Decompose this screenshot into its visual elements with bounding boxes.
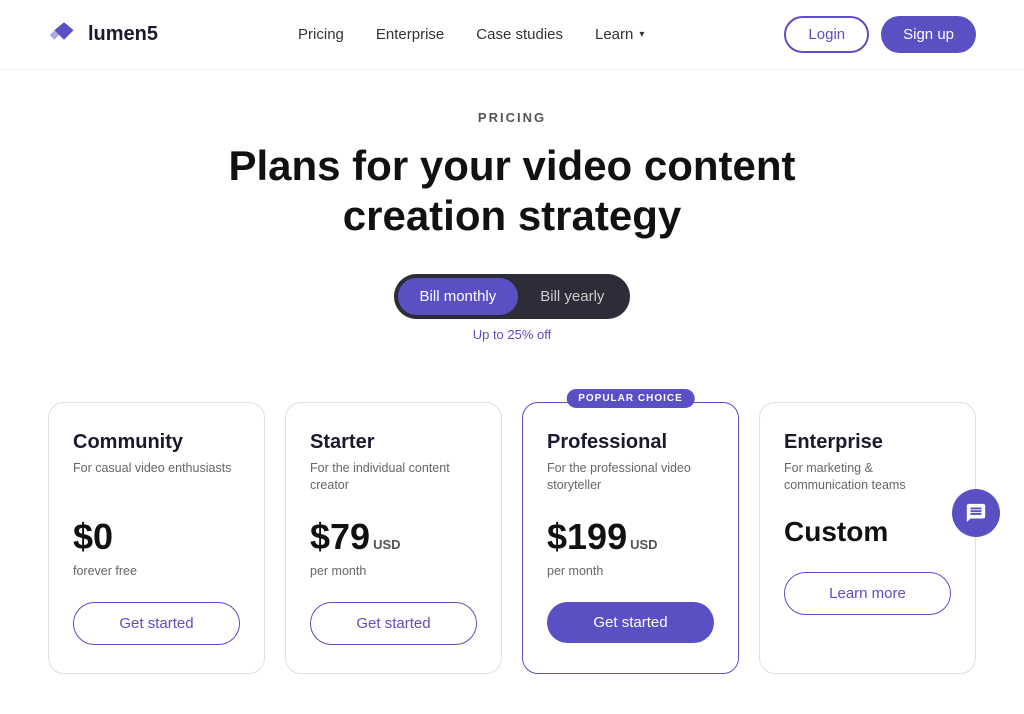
billing-toggle: Bill monthly Bill yearly [394,274,631,319]
bill-monthly-button[interactable]: Bill monthly [398,278,519,315]
enterprise-cta-button[interactable]: Learn more [784,572,951,615]
plan-desc-community: For casual video enthusiasts [73,460,240,496]
plan-price-professional: $199 USD [547,516,714,558]
plan-enterprise: Enterprise For marketing & communication… [759,402,976,674]
hero-title: Plans for your video content creation st… [212,141,812,242]
chat-icon [965,502,987,524]
plans-section: Community For casual video enthusiasts $… [0,402,1024,714]
nav-buttons: Login Sign up [784,16,976,53]
billing-toggle-wrapper: Bill monthly Bill yearly Up to 25% off [48,274,976,342]
plan-desc-starter: For the individual content creator [310,460,477,496]
bill-yearly-button[interactable]: Bill yearly [518,278,626,315]
plan-period-starter: per month [310,564,477,578]
navbar: lumen5 Pricing Enterprise Case studies L… [0,0,1024,70]
plan-community: Community For casual video enthusiasts $… [48,402,265,674]
community-cta-button[interactable]: Get started [73,602,240,645]
hero-section: PRICING Plans for your video content cre… [0,70,1024,402]
plan-price-enterprise: Custom [784,516,951,548]
popular-badge: POPULAR CHOICE [566,389,695,408]
plan-desc-enterprise: For marketing & communication teams [784,460,951,496]
signup-button[interactable]: Sign up [881,16,976,53]
logo[interactable]: lumen5 [48,19,158,51]
yearly-discount-note: Up to 25% off [473,327,552,342]
nav-pricing[interactable]: Pricing [298,26,344,43]
plan-name-starter: Starter [310,431,477,454]
plan-starter: Starter For the individual content creat… [285,402,502,674]
plan-name-professional: Professional [547,431,714,454]
starter-cta-button[interactable]: Get started [310,602,477,645]
professional-cta-button[interactable]: Get started [547,602,714,643]
plan-professional: POPULAR CHOICE Professional For the prof… [522,402,739,674]
plan-name-community: Community [73,431,240,454]
logo-text: lumen5 [88,23,158,46]
chevron-down-icon: ▾ [639,29,644,40]
nav-learn[interactable]: Learn ▾ [595,26,644,43]
plan-name-enterprise: Enterprise [784,431,951,454]
logo-icon [48,19,80,51]
plan-price-starter: $79 USD [310,516,477,558]
login-button[interactable]: Login [784,16,869,53]
plan-price-community: $0 [73,516,240,558]
nav-enterprise[interactable]: Enterprise [376,26,444,43]
nav-links: Pricing Enterprise Case studies Learn ▾ [298,26,644,43]
plan-period-professional: per month [547,564,714,578]
plan-desc-professional: For the professional video storyteller [547,460,714,496]
section-label: PRICING [48,110,976,125]
plan-period-community: forever free [73,564,240,578]
nav-case-studies[interactable]: Case studies [476,26,563,43]
chat-button[interactable] [952,489,1000,537]
